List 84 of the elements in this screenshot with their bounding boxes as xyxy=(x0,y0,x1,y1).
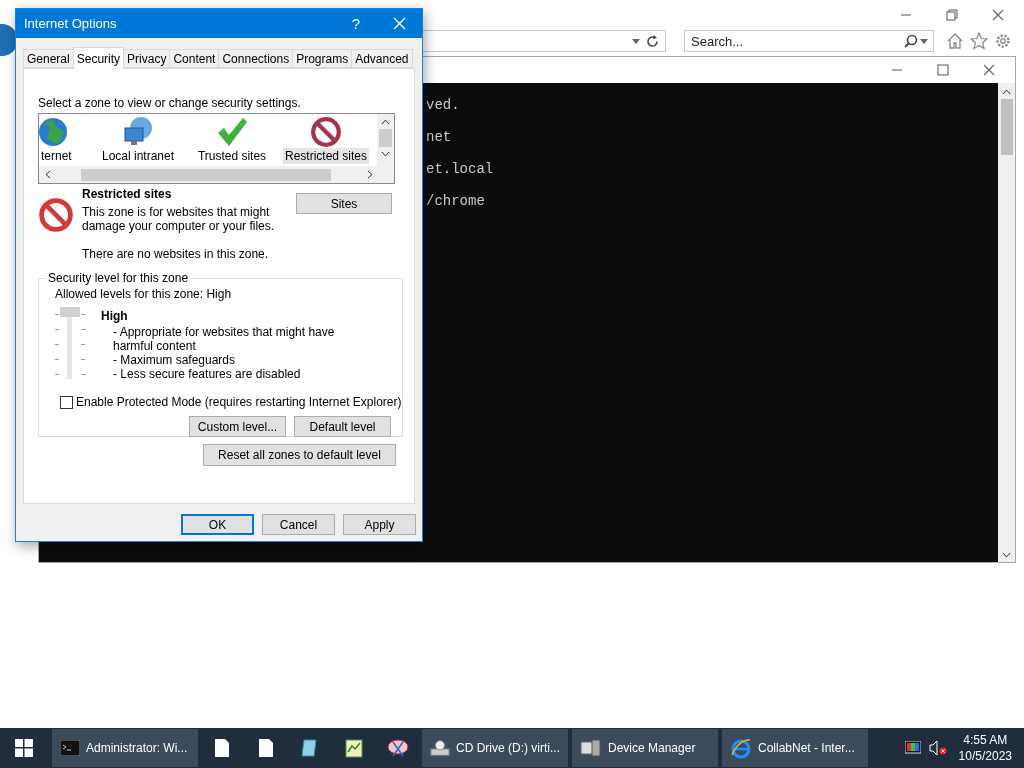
allowed-levels-text: Allowed levels for this zone: High xyxy=(55,287,233,301)
slider-thumb[interactable] xyxy=(60,307,80,317)
dropdown-icon xyxy=(632,38,640,44)
zone-item[interactable]: ternet xyxy=(39,148,74,164)
sites-button[interactable]: Sites xyxy=(296,193,392,214)
prohibited-icon xyxy=(310,116,342,148)
globe-icon xyxy=(39,116,69,148)
terminal-icon xyxy=(60,740,80,756)
group-title: Security level for this zone xyxy=(47,271,190,285)
tab[interactable]: Programs xyxy=(292,49,353,68)
security-slider[interactable] xyxy=(55,307,85,381)
taskbar-button[interactable]: CollabNet - Inter... xyxy=(722,729,868,767)
close-icon xyxy=(992,9,1004,21)
network-computer-icon xyxy=(123,116,153,148)
checkbox[interactable] xyxy=(60,395,73,409)
scroll-up-icon xyxy=(1002,89,1011,95)
console-line: et.local xyxy=(426,161,495,177)
home-icon[interactable] xyxy=(946,32,964,50)
clock-time[interactable]: 4:55 AM xyxy=(963,732,1008,748)
settings-icon[interactable] xyxy=(994,32,1012,50)
level-detail: - Appropriate for websites that might have harmful content xyxy=(112,325,336,353)
speaker-muted-icon[interactable] xyxy=(928,740,947,756)
level-detail: - Less secure features are disabled xyxy=(112,367,302,381)
tab[interactable]: Security xyxy=(72,47,125,69)
level-name: High xyxy=(101,309,129,323)
taskbar-button[interactable]: Device Manager xyxy=(572,729,718,767)
zone-description: This zone is for websites that might damage your computer or your files. xyxy=(82,205,276,233)
document-icon xyxy=(214,738,230,758)
refresh-icon xyxy=(646,34,659,48)
dialog-button[interactable]: Cancel xyxy=(262,514,335,535)
document-icon xyxy=(258,738,274,758)
star-icon[interactable] xyxy=(970,32,988,50)
scroll-up-icon xyxy=(381,119,390,125)
tab[interactable]: Connections xyxy=(218,49,294,68)
tab[interactable]: General xyxy=(23,49,74,68)
chart-notepad-icon xyxy=(344,738,364,758)
checkmark-icon xyxy=(216,116,248,148)
scrollbar[interactable] xyxy=(998,83,1015,562)
level-detail: - Maximum safeguards xyxy=(112,353,237,367)
zone-item[interactable]: Trusted sites xyxy=(195,148,269,164)
prompt-text: Select a zone to view or change security settings. xyxy=(38,96,302,110)
restore-icon xyxy=(946,9,958,21)
reset-zones-button[interactable]: Reset all zones to default level xyxy=(203,444,396,466)
close-icon xyxy=(392,17,406,30)
scrollbar-thumb[interactable] xyxy=(379,129,392,147)
console-line: ved. xyxy=(426,97,461,113)
scroll-left-icon xyxy=(45,170,51,179)
scroll-right-icon xyxy=(367,170,373,179)
tab[interactable]: Content xyxy=(169,49,220,68)
help-button[interactable]: ? xyxy=(336,9,376,38)
scrollbar-thumb[interactable] xyxy=(81,168,331,181)
zone-note: There are no websites in this zone. xyxy=(82,247,270,261)
default-level-button[interactable]: Default level xyxy=(294,416,391,437)
zone-item[interactable]: Restricted sites xyxy=(283,148,369,164)
maximize-icon xyxy=(937,64,949,76)
scrollbar[interactable] xyxy=(39,166,377,183)
console-line: net xyxy=(426,129,453,145)
scrollbar-thumb[interactable] xyxy=(1000,99,1013,155)
internet-explorer-icon xyxy=(730,737,752,759)
dialog-button[interactable]: OK xyxy=(181,514,254,535)
address-bar[interactable] xyxy=(420,30,666,52)
drive-icon xyxy=(430,739,450,757)
close-icon xyxy=(983,64,995,76)
console-line: /chrome xyxy=(426,193,486,209)
zone-title: Restricted sites xyxy=(82,187,173,201)
search-field[interactable]: Search... xyxy=(684,30,934,52)
custom-level-button[interactable]: Custom level... xyxy=(189,416,286,437)
scroll-down-icon xyxy=(1002,552,1011,558)
display-icon[interactable] xyxy=(904,741,921,755)
tab[interactable]: Advanced xyxy=(351,49,413,68)
prohibited-icon xyxy=(38,197,74,233)
taskbar-button[interactable]: Administrator: Wi... xyxy=(52,729,198,767)
search-icon xyxy=(904,34,918,48)
notepad-icon xyxy=(300,738,320,758)
taskbar-button[interactable]: CD Drive (D:) virti... xyxy=(422,729,568,767)
scrollbar[interactable] xyxy=(377,114,394,166)
window-title: Internet Options xyxy=(24,16,118,31)
clock-date[interactable]: 10/5/2023 xyxy=(958,748,1012,764)
tab[interactable]: Privacy xyxy=(123,49,171,68)
computer-icon xyxy=(580,739,602,757)
dialog-button[interactable]: Apply xyxy=(343,514,416,535)
windows-logo-icon xyxy=(15,739,33,757)
scroll-down-icon xyxy=(381,151,390,157)
zone-item[interactable]: Local intranet xyxy=(99,148,176,164)
